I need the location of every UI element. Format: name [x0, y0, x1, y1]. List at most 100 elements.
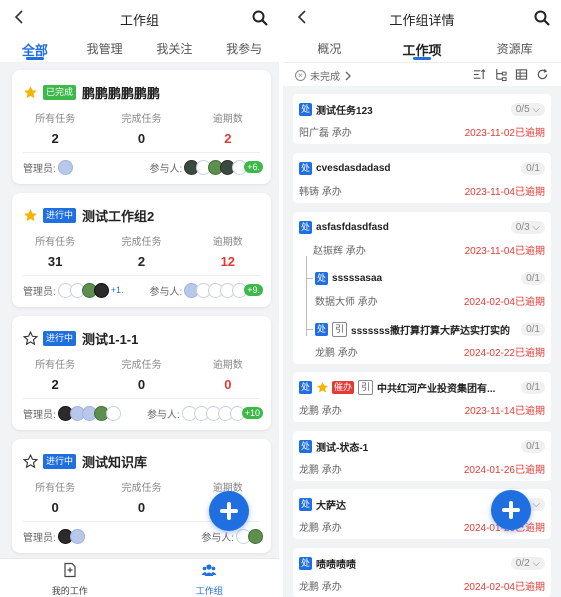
status-badge: 进行中 — [43, 330, 77, 346]
stat-overdue-value: 12 — [220, 254, 236, 269]
member-label: 参与人: — [149, 286, 183, 298]
due-date: 2023-11-14已逾期 — [464, 406, 545, 417]
star-filled-icon[interactable] — [23, 208, 38, 223]
member-more-count[interactable]: +6. — [244, 161, 263, 173]
tab-overview[interactable]: 概况 — [283, 36, 376, 62]
search-icon[interactable] — [251, 9, 269, 27]
task-card[interactable]: 处 asfasfdasdfasd 0/3 ⌵ 赵振辉 承办 2023-11-04… — [293, 212, 551, 364]
add-task-button[interactable] — [491, 490, 531, 530]
status-badge: 进行中 — [43, 453, 77, 469]
task-card[interactable]: 处 啧啧啧啧 0/2 ⌵ 龙鹏 承办 2024-02-04已逾期 — [293, 548, 551, 597]
due-date: 2024-02-04已逾期 — [463, 582, 545, 593]
stat-label-all: 所有任务 — [35, 114, 76, 125]
tab-resources[interactable]: 资源库 — [468, 36, 561, 62]
stat-all-value: 0 — [51, 500, 59, 515]
reference-tag: 引 — [332, 321, 348, 337]
group-card[interactable]: 已完成 鹏鹏鹏鹏鹏鹏 所有任务 2 完成任务 0 逾期数 2 管理员: 参与人: +6… — [12, 70, 271, 184]
group-list-screen: 工作组 全部 我管理 我关注 我参与 已完成 鹏鹏鹏鹏鹏鹏 所有任务 2 完成任务… — [0, 0, 279, 597]
subtask-count-toggle[interactable]: 0/5 ⌵ — [510, 102, 545, 116]
stat-label-done: 完成任务 — [121, 360, 162, 371]
group-card[interactable]: 进行中 测试1-1-1 所有任务 2 完成任务 0 逾期数 0 管理员: 参与人: — [12, 316, 271, 430]
stat-overdue-value: 2 — [224, 131, 232, 146]
add-group-button[interactable] — [209, 491, 249, 531]
avatar — [69, 528, 85, 544]
star-outline-icon[interactable] — [23, 330, 38, 346]
group-title: 测试知识库 — [82, 454, 148, 470]
stat-label-all: 所有任务 — [35, 483, 76, 494]
tab-managed[interactable]: 我管理 — [70, 36, 140, 62]
group-title: 测试工作组2 — [82, 208, 155, 224]
assignee: 龙鹏 承办 — [299, 582, 342, 593]
stat-label-all: 所有任务 — [35, 237, 76, 248]
task-card[interactable]: 处 cvesdasdadasd 0/1 韩铸 承办 2023-11-04已逾期 — [293, 153, 551, 203]
star-filled-icon[interactable] — [23, 85, 38, 100]
star-filled-icon[interactable] — [316, 381, 329, 394]
manager-label: 管理员: — [23, 409, 56, 421]
subtask-count-toggle[interactable]: 0/3 ⌵ — [510, 220, 545, 234]
task-type-tag: 处 — [299, 220, 313, 234]
task-card[interactable]: 处 催办 引 中共红河产业投资集团有... 0/1 龙鹏 承办 2023-11-… — [293, 372, 551, 422]
star-outline-icon[interactable] — [23, 453, 38, 469]
assignee: 龙鹏 承办 — [299, 465, 342, 476]
task-type-tag: 处 — [315, 271, 329, 285]
stat-done-value: 2 — [137, 254, 146, 269]
subtask-count: 0/1 — [521, 322, 545, 336]
group-icon — [201, 564, 217, 576]
task-name: sssssss撒打算打算大萨达实打实的 — [351, 325, 510, 337]
divider — [23, 275, 260, 276]
member-more-count[interactable]: +9. — [244, 284, 263, 296]
member-more-count[interactable]: +10 — [241, 407, 263, 419]
tab-followed[interactable]: 我关注 — [140, 36, 210, 62]
refresh-icon[interactable] — [536, 68, 549, 81]
member-label: 参与人: — [149, 163, 183, 175]
manager-label: 管理员: — [23, 163, 56, 175]
task-type-tag: 处 — [299, 161, 313, 175]
stat-label-all: 所有任务 — [35, 360, 76, 371]
task-type-tag: 处 — [299, 102, 313, 116]
task-name: cvesdasdadasd — [316, 162, 391, 174]
table-icon[interactable] — [515, 68, 528, 81]
stat-done-value: 0 — [137, 500, 146, 515]
tab-work-items[interactable]: 工作项 — [376, 36, 469, 62]
filter-tabs: 全部 我管理 我关注 我参与 — [0, 36, 279, 62]
reference-tag: 引 — [358, 379, 374, 395]
tab-participated[interactable]: 我参与 — [209, 36, 279, 62]
clear-filter-icon[interactable]: × — [295, 70, 306, 81]
stat-all-value: 2 — [51, 377, 59, 392]
manager-label: 管理员: — [23, 532, 56, 544]
assignee: 赵振辉 承办 — [313, 246, 366, 257]
tree-icon[interactable] — [494, 68, 507, 81]
tab-my-work[interactable]: 我的工作 — [0, 559, 140, 597]
due-date: 2023-11-04已逾期 — [464, 246, 545, 257]
task-card[interactable]: 处 测试任务123 0/5 ⌵ 阳广磊 承办 2023-11-02已逾期 — [293, 94, 551, 144]
avatar — [57, 159, 73, 175]
assignee: 龙鹏 承办 — [299, 406, 342, 417]
assignee: 韩铸 承办 — [299, 187, 342, 198]
task-type-tag: 处 — [299, 556, 313, 570]
tab-work-group[interactable]: 工作组 — [140, 559, 280, 597]
subtask-count-toggle[interactable]: 0/2 ⌵ — [510, 556, 545, 570]
avatar — [105, 405, 121, 421]
tab-all[interactable]: 全部 — [0, 36, 70, 62]
tree-connector — [306, 278, 313, 279]
task-name: sssssasaa — [332, 272, 383, 284]
task-card[interactable]: 处 测试-状态-1 0/1 龙鹏 承办 2024-01-26已逾期 — [293, 431, 551, 481]
stat-all-value: 2 — [51, 131, 59, 146]
subtask-row[interactable]: 处 sssssasaa 0/1 — [315, 269, 545, 287]
stat-done-value: 0 — [137, 377, 146, 392]
task-type-tag: 处 — [299, 439, 313, 453]
stat-label-done: 完成任务 — [121, 237, 162, 248]
stat-overdue-value: 0 — [224, 377, 232, 392]
subtask-row[interactable]: 处 引 sssssss撒打算打算大萨达实打实的 0/1 — [315, 320, 545, 338]
manager-more-count[interactable]: +1. — [111, 285, 124, 295]
status-filter[interactable]: × 未完成 — [295, 68, 353, 83]
sort-icon[interactable] — [473, 68, 486, 81]
stat-label-done: 完成任务 — [121, 114, 162, 125]
task-name: 中共红河产业投资集团有... — [377, 383, 496, 395]
search-icon[interactable] — [533, 9, 551, 27]
due-date: 2023-11-04已逾期 — [464, 187, 545, 198]
divider — [23, 152, 260, 153]
group-card[interactable]: 进行中 测试工作组2 所有任务 31 完成任务 2 逾期数 12 管理员: +1. 参… — [12, 193, 271, 307]
stat-label-done: 完成任务 — [121, 483, 162, 494]
subtask-count: 0/1 — [521, 271, 545, 285]
